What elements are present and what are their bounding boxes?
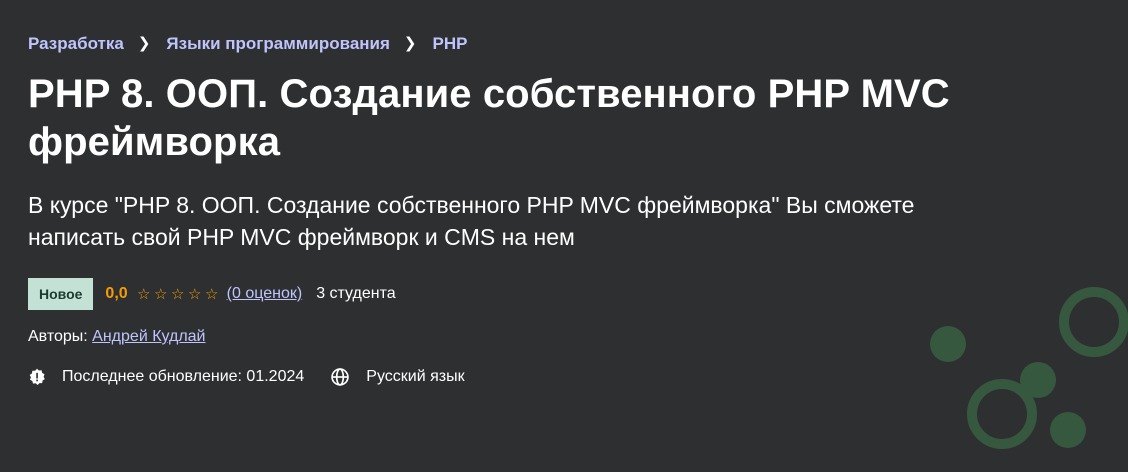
breadcrumb-item-php[interactable]: PHP (433, 34, 468, 54)
breadcrumb-item-development[interactable]: Разработка (28, 34, 124, 54)
star-outline-icon: ☆ (187, 286, 203, 303)
last-update-text: Последнее обновление: 01.2024 (62, 368, 305, 385)
course-title: PHP 8. ООП. Создание собственного PHP MV… (28, 72, 950, 164)
authors-label: Авторы: (28, 328, 88, 345)
last-update: Последнее обновление: 01.2024 (28, 368, 304, 386)
alert-badge-icon (29, 368, 45, 386)
course-subtitle: В курсе "PHP 8. ООП. Создание собственно… (28, 192, 915, 250)
breadcrumb: Разработка ❯ Языки программирования ❯ PH… (28, 30, 1028, 58)
rating-row: Новое 0,0 ☆ ☆ ☆ ☆ ☆ (0 оценок) 3 студент… (28, 277, 1028, 311)
star-outline-icon: ☆ (204, 286, 220, 303)
authors-line: Авторы: Андрей Кудлай (28, 325, 1028, 349)
star-outline-icon: ☆ (153, 286, 169, 303)
course-details: Последнее обновление: 01.2024 Русский яз… (28, 365, 1028, 389)
star-outline-icon: ☆ (170, 286, 186, 303)
course-language: Русский язык (330, 367, 465, 387)
globe-icon (331, 368, 350, 386)
new-badge: Новое (28, 278, 94, 310)
ratings-count-link[interactable]: (0 оценок) (227, 285, 303, 303)
students-count: 3 студента (316, 285, 396, 302)
chevron-right-icon: ❯ (403, 35, 417, 52)
star-outline-icon: ☆ (136, 286, 152, 303)
rating-stars: ☆ ☆ ☆ ☆ ☆ (136, 285, 221, 303)
chevron-right-icon: ❯ (137, 35, 151, 52)
language-text: Русский язык (366, 368, 465, 385)
breadcrumb-item-programming-languages[interactable]: Языки программирования (166, 34, 390, 54)
rating-value: 0,0 (105, 285, 128, 302)
course-header: Разработка ❯ Языки программирования ❯ PH… (28, 30, 1028, 389)
watermark-logo (930, 287, 1128, 449)
author-link[interactable]: Андрей Кудлай (92, 328, 205, 345)
